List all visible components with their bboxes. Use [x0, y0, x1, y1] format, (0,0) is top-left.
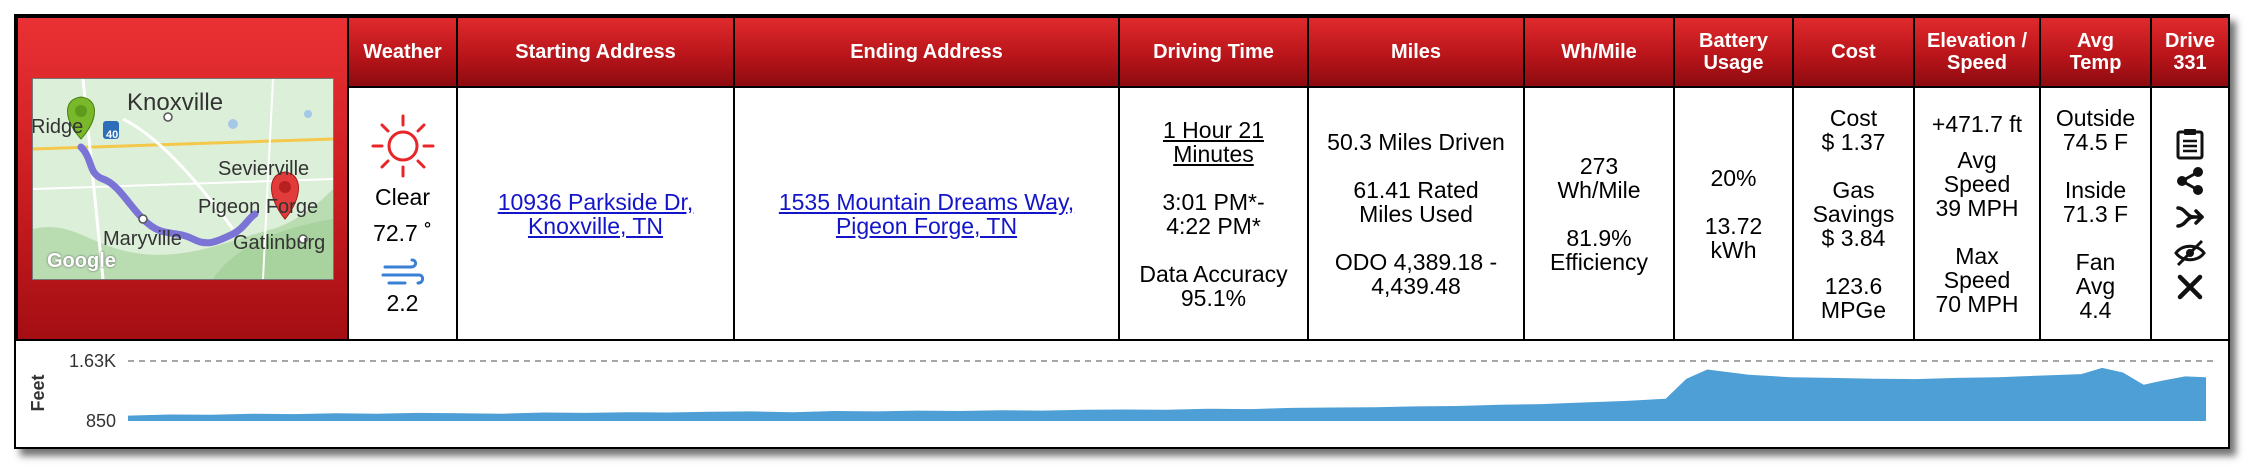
max-speed-line1: Max	[1955, 242, 1999, 269]
share-icon[interactable]	[2175, 166, 2205, 196]
end-address-line1: 1535 Mountain Dreams Way,	[778, 188, 1075, 215]
sun-icon	[349, 113, 456, 179]
header-driving-time: Driving Time	[1118, 16, 1309, 88]
elevation-gain: +471.7 ft	[1931, 110, 2023, 137]
start-address-link[interactable]: 10936 Parkside Dr, Knoxville, TN	[458, 190, 733, 238]
driving-time-cell: 1 Hour 21 Minutes 3:01 PM*- 4:22 PM* Dat…	[1118, 86, 1309, 341]
efficiency-value: 81.9%	[1566, 224, 1632, 251]
map-label-sevierville: Sevierville	[218, 158, 310, 180]
elevation-chart: Feet 1.63K 850	[16, 341, 2228, 447]
mpge-unit: MPGe	[1820, 296, 1887, 323]
google-watermark: Google	[47, 250, 116, 272]
duration-line2[interactable]: Minutes	[1120, 142, 1307, 166]
hide-icon[interactable]	[2174, 238, 2206, 268]
fan-value: 4.4	[2079, 296, 2112, 323]
map-cell: Knoxville Sevierville Pigeon Forge Maryv…	[16, 16, 349, 341]
wh-mile-cell: 273 Wh/Mile 81.9% Efficiency	[1523, 86, 1675, 341]
map-label-highway-40: 40	[106, 129, 119, 141]
battery-kwh-unit: kWh	[1710, 236, 1757, 263]
cost-value: $ 1.37	[1821, 128, 1886, 155]
end-address-cell: 1535 Mountain Dreams Way, Pigeon Forge, …	[733, 86, 1120, 341]
start-address-cell: 10936 Parkside Dr, Knoxville, TN	[456, 86, 735, 341]
y-axis-label: Feet	[28, 374, 48, 411]
odometer-line2: 4,439.48	[1371, 272, 1461, 299]
wh-mile-unit: Wh/Mile	[1557, 176, 1641, 203]
actions-cell	[2150, 86, 2230, 341]
data-accuracy-label: Data Accuracy	[1139, 260, 1288, 287]
efficiency-label: Efficiency	[1549, 248, 1648, 275]
header-starting-address: Starting Address	[456, 16, 735, 88]
clipboard-icon[interactable]	[2175, 128, 2205, 160]
elevation-chart-svg: Feet 1.63K 850	[28, 351, 2216, 431]
outside-temp-label: Outside	[2055, 104, 2136, 131]
max-speed-line2: Speed	[1943, 266, 2011, 293]
trip-card: Knoxville Sevierville Pigeon Forge Maryv…	[14, 14, 2230, 449]
route-map[interactable]: Knoxville Sevierville Pigeon Forge Maryv…	[32, 78, 334, 280]
avg-speed-line1: Avg	[1957, 146, 1997, 173]
elevation-speed-cell: +471.7 ft Avg Speed 39 MPH Max Speed 70 …	[1913, 86, 2041, 341]
weather-condition: Clear	[375, 183, 430, 210]
mpge-value: 123.6	[1824, 272, 1883, 299]
time-range-end: 4:22 PM*	[1166, 212, 1261, 239]
outside-temp-value: 74.5 F	[2062, 128, 2129, 155]
cost-cell: Cost $ 1.37 Gas Savings $ 3.84 123.6 MPG…	[1792, 86, 1915, 341]
battery-cell: 20% 13.72 kWh	[1673, 86, 1794, 341]
odometer-line1: ODO 4,389.18 -	[1334, 248, 1498, 275]
gas-savings-line1: Gas	[1832, 176, 1875, 203]
header-wh-mile: Wh/Mile	[1523, 16, 1675, 88]
rated-miles-line1: 61.41 Rated	[1353, 176, 1479, 203]
duration-line1[interactable]: 1 Hour 21	[1120, 118, 1307, 142]
header-battery-usage: Battery Usage	[1673, 16, 1794, 88]
gas-savings-line2: Savings	[1812, 200, 1895, 227]
start-address-line1: 10936 Parkside Dr,	[497, 188, 694, 215]
header-drive-number: Drive 331	[2150, 16, 2230, 88]
miles-driven: 50.3 Miles Driven	[1327, 128, 1505, 155]
header-elevation-speed: Elevation / Speed	[1913, 16, 2041, 88]
map-label-ridge: Ridge	[32, 116, 84, 138]
y-tick-top: 1.63K	[69, 351, 116, 371]
trip-table: Knoxville Sevierville Pigeon Forge Maryv…	[16, 16, 2230, 341]
avg-speed-value: 39 MPH	[1935, 194, 2019, 221]
map-label-gatlinburg: Gatlinburg	[233, 232, 326, 254]
max-speed-value: 70 MPH	[1935, 290, 2019, 317]
fan-line2: Avg	[2075, 272, 2116, 299]
y-tick-bottom: 850	[86, 411, 116, 431]
miles-cell: 50.3 Miles Driven 61.41 Rated Miles Used…	[1307, 86, 1525, 341]
weather-cell: Clear 72.7 ˚ 2.2	[347, 86, 458, 341]
inside-temp-value: 71.3 F	[2062, 200, 2129, 227]
map-label-maryville: Maryville	[103, 228, 182, 250]
time-range-start: 3:01 PM*-	[1162, 188, 1265, 215]
battery-kwh-value: 13.72	[1704, 212, 1763, 239]
cost-label: Cost	[1829, 104, 1878, 131]
header-avg-temp: Avg Temp	[2039, 16, 2152, 88]
wind-speed: 2.2	[386, 289, 419, 316]
map-label-knoxville: Knoxville	[127, 89, 224, 116]
header-ending-address: Ending Address	[733, 16, 1120, 88]
battery-percent: 20%	[1710, 164, 1757, 191]
map-label-pigeon-forge: Pigeon Forge	[198, 196, 319, 218]
wind-icon	[349, 257, 456, 291]
header-miles: Miles	[1307, 16, 1525, 88]
close-icon[interactable]	[2177, 274, 2203, 300]
header-weather: Weather	[347, 16, 458, 88]
rated-miles-line2: Miles Used	[1359, 200, 1473, 227]
end-address-link[interactable]: 1535 Mountain Dreams Way, Pigeon Forge, …	[735, 190, 1118, 238]
elevation-area	[128, 367, 2206, 421]
weather-temp: 72.7 ˚	[373, 219, 432, 246]
avg-temp-cell: Outside 74.5 F Inside 71.3 F Fan Avg 4.4	[2039, 86, 2152, 341]
start-address-line2: Knoxville, TN	[527, 212, 664, 239]
gas-savings-value: $ 3.84	[1821, 224, 1886, 251]
avg-speed-line2: Speed	[1943, 170, 2011, 197]
inside-temp-label: Inside	[2064, 176, 2127, 203]
wh-mile-value: 273	[1579, 152, 1619, 179]
header-cost: Cost	[1792, 16, 1915, 88]
merge-icon[interactable]	[2175, 202, 2205, 232]
data-accuracy-value: 95.1%	[1180, 284, 1247, 311]
fan-line1: Fan	[2075, 248, 2116, 275]
end-address-line2: Pigeon Forge, TN	[835, 212, 1018, 239]
